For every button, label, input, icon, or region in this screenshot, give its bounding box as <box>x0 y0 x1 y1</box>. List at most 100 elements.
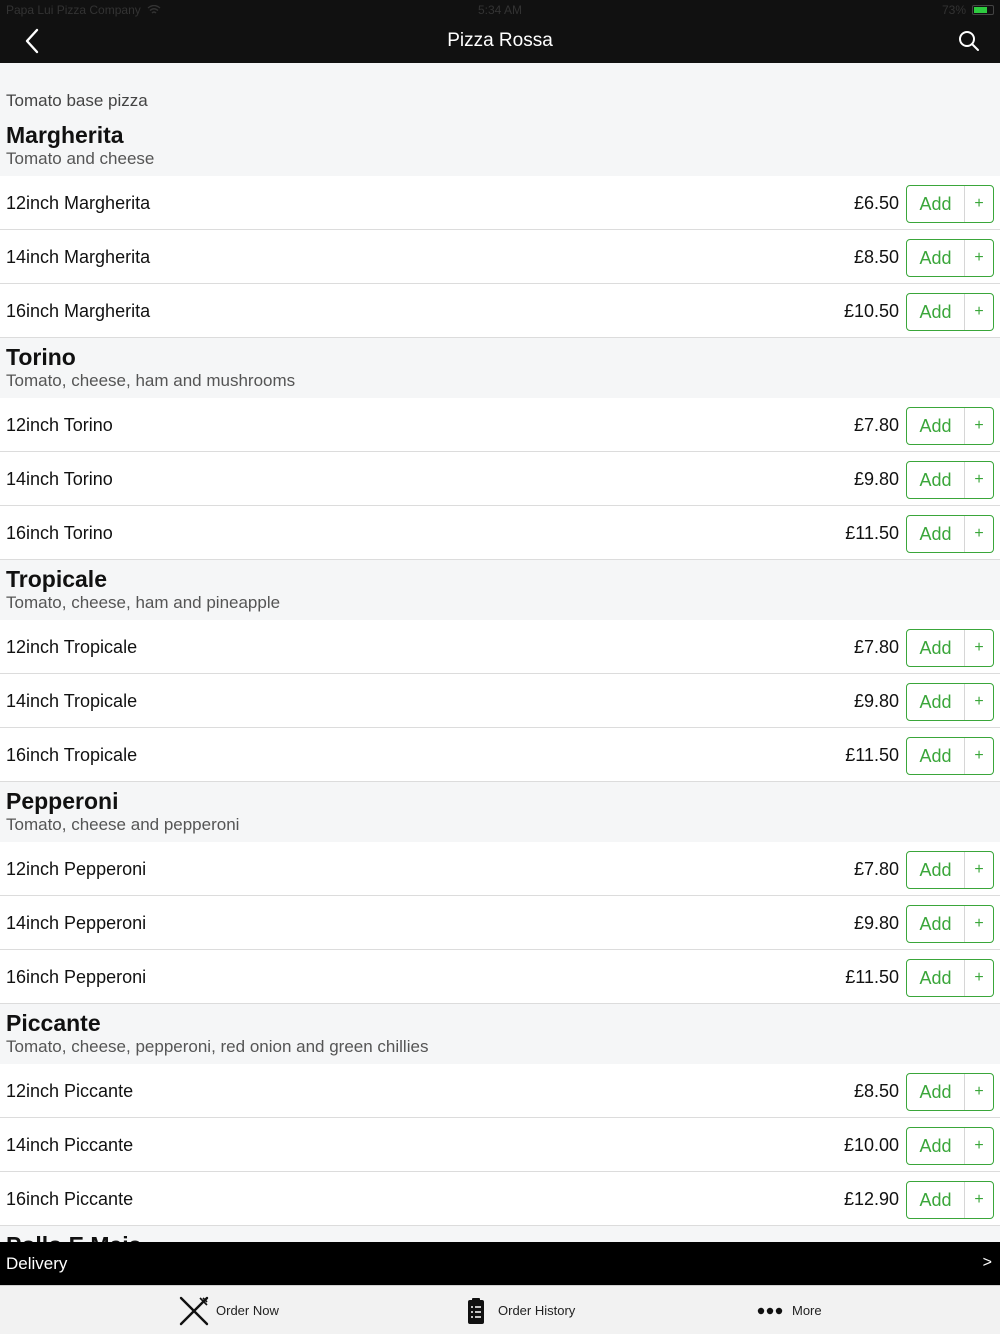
group-description: Tomato, cheese, pepperoni, red onion and… <box>6 1037 429 1056</box>
search-icon <box>959 31 979 51</box>
add-button-label: Add <box>907 684 965 720</box>
add-button-label: Add <box>907 186 965 222</box>
delivery-bar[interactable]: Delivery > <box>0 1242 1000 1285</box>
item-name: 12inch Tropicale <box>6 637 138 657</box>
item-price: £7.80 <box>853 859 899 879</box>
add-button-label: Add <box>907 738 965 774</box>
item-name: 12inch Torino <box>6 415 113 435</box>
group-title: Pepperoni <box>6 788 119 814</box>
fork-knife-icon <box>178 1295 210 1327</box>
plus-icon: + <box>974 969 984 986</box>
list-item[interactable]: 12inch Pepperoni £7.80 Add + <box>0 842 1000 896</box>
add-button[interactable]: Add + <box>906 629 994 667</box>
add-button-label: Add <box>907 294 965 330</box>
group-header: Pepperoni Tomato, cheese and pepperoni <box>0 782 1000 842</box>
plus-icon: + <box>974 471 984 488</box>
item-name: 14inch Tropicale <box>6 691 138 711</box>
add-button[interactable]: Add + <box>906 515 994 553</box>
add-button[interactable]: Add + <box>906 239 994 277</box>
tab-label: Order Now <box>216 1303 279 1318</box>
item-price: £8.50 <box>853 1081 899 1101</box>
list-item[interactable]: 16inch Torino £11.50 Add + <box>0 506 1000 560</box>
item-name: 16inch Piccante <box>6 1189 134 1209</box>
group-header: Margherita Tomato and cheese <box>0 116 1000 176</box>
item-name: 12inch Piccante <box>6 1081 134 1101</box>
item-price: £8.50 <box>853 247 899 267</box>
list-item[interactable]: 14inch Tropicale £9.80 Add + <box>0 674 1000 728</box>
item-price: £10.00 <box>843 1135 899 1155</box>
search-button[interactable] <box>956 28 982 54</box>
plus-icon: + <box>974 417 984 434</box>
plus-icon: + <box>974 639 984 656</box>
item-name: 16inch Pepperoni <box>6 967 147 987</box>
list-item[interactable]: 16inch Tropicale £11.50 Add + <box>0 728 1000 782</box>
item-price: £9.80 <box>853 469 899 489</box>
group-header: Pollo E Mais <box>0 1226 1000 1242</box>
plus-icon: + <box>974 861 984 878</box>
plus-icon: + <box>974 525 984 542</box>
item-price: £11.50 <box>845 745 899 765</box>
plus-icon: + <box>974 747 984 764</box>
tab-order-now[interactable]: Order Now <box>178 1286 279 1334</box>
status-right: 73% <box>942 3 994 17</box>
add-button-label: Add <box>907 630 965 666</box>
item-price: £10.50 <box>843 301 899 321</box>
add-button[interactable]: Add + <box>906 1181 994 1219</box>
list-item[interactable]: 12inch Piccante £8.50 Add + <box>0 1064 1000 1118</box>
item-price: £9.80 <box>853 691 899 711</box>
add-button[interactable]: Add + <box>906 407 994 445</box>
list-item[interactable]: 16inch Piccante £12.90 Add + <box>0 1172 1000 1226</box>
add-button-label: Add <box>907 1182 965 1218</box>
list-item[interactable]: 16inch Margherita £10.50 Add + <box>0 284 1000 338</box>
add-button[interactable]: Add + <box>906 461 994 499</box>
add-button[interactable]: Add + <box>906 737 994 775</box>
group-header: Piccante Tomato, cheese, pepperoni, red o… <box>0 1004 1000 1064</box>
add-button[interactable]: Add + <box>906 185 994 223</box>
tab-order-history[interactable]: Order History <box>460 1286 575 1334</box>
chevron-right-icon: > <box>982 1254 992 1271</box>
list-item[interactable]: 14inch Margherita £8.50 Add + <box>0 230 1000 284</box>
clipboard-icon <box>460 1295 492 1327</box>
item-price: £11.50 <box>845 523 899 543</box>
plus-icon: + <box>974 249 984 266</box>
add-button[interactable]: Add + <box>906 905 994 943</box>
list-item[interactable]: 12inch Tropicale £7.80 Add + <box>0 620 1000 674</box>
category-header: Tomato base pizza <box>0 63 1000 116</box>
add-button-label: Add <box>907 1128 965 1164</box>
add-button[interactable]: Add + <box>906 1127 994 1165</box>
battery-icon <box>972 5 994 15</box>
menu-list[interactable]: Tomato base pizza Margherita Tomato and c… <box>0 63 1000 1242</box>
list-item[interactable]: 12inch Torino £7.80 Add + <box>0 398 1000 452</box>
add-button[interactable]: Add + <box>906 683 994 721</box>
add-button-label: Add <box>907 408 965 444</box>
tab-label: Order History <box>498 1303 576 1318</box>
list-item[interactable]: 16inch Pepperoni £11.50 Add + <box>0 950 1000 1004</box>
item-price: £11.50 <box>845 967 899 987</box>
add-button[interactable]: Add + <box>906 959 994 997</box>
group-title: Margherita <box>6 122 124 148</box>
group-description: Tomato, cheese, ham and mushrooms <box>6 371 296 390</box>
list-item[interactable]: 12inch Margherita £6.50 Add + <box>0 176 1000 230</box>
tab-label: More <box>792 1303 822 1318</box>
plus-icon: + <box>974 303 984 320</box>
group-title: Torino <box>6 344 76 370</box>
plus-icon: + <box>974 1083 984 1100</box>
tab-more[interactable]: More <box>754 1286 822 1334</box>
item-name: 12inch Margherita <box>6 193 151 213</box>
add-button[interactable]: Add + <box>906 1073 994 1111</box>
item-name: 14inch Margherita <box>6 247 151 267</box>
status-bar: Papa Lui Pizza Company 5:34 AM 73% <box>0 0 1000 20</box>
list-item[interactable]: 14inch Piccante £10.00 Add + <box>0 1118 1000 1172</box>
list-item[interactable]: 14inch Torino £9.80 Add + <box>0 452 1000 506</box>
item-name: 14inch Pepperoni <box>6 913 147 933</box>
add-button[interactable]: Add + <box>906 851 994 889</box>
list-item[interactable]: 14inch Pepperoni £9.80 Add + <box>0 896 1000 950</box>
group-description: Tomato and cheese <box>6 149 155 168</box>
tab-bar: Order Now Order History More <box>0 1285 1000 1334</box>
delivery-label: Delivery <box>6 1254 68 1273</box>
add-button-label: Add <box>907 852 965 888</box>
add-button[interactable]: Add + <box>906 293 994 331</box>
add-button-label: Add <box>907 516 965 552</box>
group-title: Tropicale <box>6 566 107 592</box>
more-dots-icon <box>754 1295 786 1327</box>
